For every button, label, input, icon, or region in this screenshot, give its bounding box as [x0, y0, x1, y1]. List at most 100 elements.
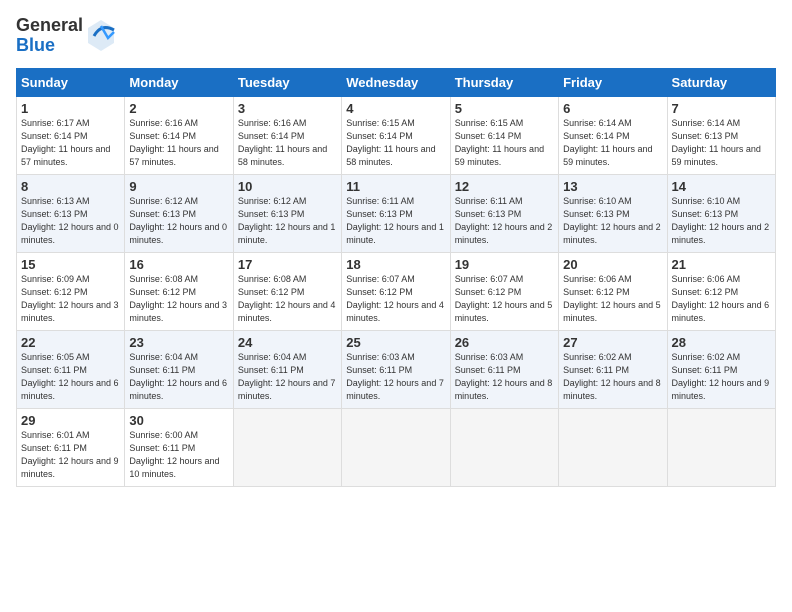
- day-number: 28: [672, 335, 771, 350]
- day-number: 14: [672, 179, 771, 194]
- weekday-header-monday: Monday: [125, 68, 233, 96]
- calendar-cell: 22Sunrise: 6:05 AM Sunset: 6:11 PM Dayli…: [17, 330, 125, 408]
- day-number: 7: [672, 101, 771, 116]
- calendar-cell: 19Sunrise: 6:07 AM Sunset: 6:12 PM Dayli…: [450, 252, 558, 330]
- day-number: 15: [21, 257, 120, 272]
- logo-general: General: [16, 16, 83, 36]
- calendar-cell: 17Sunrise: 6:08 AM Sunset: 6:12 PM Dayli…: [233, 252, 341, 330]
- day-info: Sunrise: 6:05 AM Sunset: 6:11 PM Dayligh…: [21, 351, 120, 403]
- day-info: Sunrise: 6:10 AM Sunset: 6:13 PM Dayligh…: [672, 195, 771, 247]
- calendar-cell: 24Sunrise: 6:04 AM Sunset: 6:11 PM Dayli…: [233, 330, 341, 408]
- calendar-cell: 2Sunrise: 6:16 AM Sunset: 6:14 PM Daylig…: [125, 96, 233, 174]
- day-number: 4: [346, 101, 445, 116]
- day-number: 27: [563, 335, 662, 350]
- calendar-cell: 27Sunrise: 6:02 AM Sunset: 6:11 PM Dayli…: [559, 330, 667, 408]
- day-info: Sunrise: 6:04 AM Sunset: 6:11 PM Dayligh…: [238, 351, 337, 403]
- calendar-cell: 30Sunrise: 6:00 AM Sunset: 6:11 PM Dayli…: [125, 408, 233, 486]
- day-number: 18: [346, 257, 445, 272]
- weekday-header-friday: Friday: [559, 68, 667, 96]
- day-info: Sunrise: 6:09 AM Sunset: 6:12 PM Dayligh…: [21, 273, 120, 325]
- calendar-cell: 29Sunrise: 6:01 AM Sunset: 6:11 PM Dayli…: [17, 408, 125, 486]
- day-number: 1: [21, 101, 120, 116]
- day-number: 8: [21, 179, 120, 194]
- day-number: 26: [455, 335, 554, 350]
- weekday-header-sunday: Sunday: [17, 68, 125, 96]
- day-number: 10: [238, 179, 337, 194]
- calendar-cell: [559, 408, 667, 486]
- day-number: 22: [21, 335, 120, 350]
- day-info: Sunrise: 6:00 AM Sunset: 6:11 PM Dayligh…: [129, 429, 228, 481]
- day-number: 21: [672, 257, 771, 272]
- day-number: 20: [563, 257, 662, 272]
- day-info: Sunrise: 6:13 AM Sunset: 6:13 PM Dayligh…: [21, 195, 120, 247]
- logo: General Blue: [16, 16, 116, 56]
- calendar-cell: 4Sunrise: 6:15 AM Sunset: 6:14 PM Daylig…: [342, 96, 450, 174]
- calendar-cell: 11Sunrise: 6:11 AM Sunset: 6:13 PM Dayli…: [342, 174, 450, 252]
- day-info: Sunrise: 6:08 AM Sunset: 6:12 PM Dayligh…: [238, 273, 337, 325]
- day-info: Sunrise: 6:12 AM Sunset: 6:13 PM Dayligh…: [129, 195, 228, 247]
- day-info: Sunrise: 6:14 AM Sunset: 6:13 PM Dayligh…: [672, 117, 771, 169]
- day-info: Sunrise: 6:11 AM Sunset: 6:13 PM Dayligh…: [455, 195, 554, 247]
- calendar-cell: 6Sunrise: 6:14 AM Sunset: 6:14 PM Daylig…: [559, 96, 667, 174]
- day-number: 2: [129, 101, 228, 116]
- day-info: Sunrise: 6:06 AM Sunset: 6:12 PM Dayligh…: [672, 273, 771, 325]
- calendar-cell: [667, 408, 775, 486]
- day-number: 23: [129, 335, 228, 350]
- day-number: 5: [455, 101, 554, 116]
- day-number: 29: [21, 413, 120, 428]
- day-info: Sunrise: 6:15 AM Sunset: 6:14 PM Dayligh…: [346, 117, 445, 169]
- calendar-cell: 12Sunrise: 6:11 AM Sunset: 6:13 PM Dayli…: [450, 174, 558, 252]
- calendar-cell: 28Sunrise: 6:02 AM Sunset: 6:11 PM Dayli…: [667, 330, 775, 408]
- calendar-cell: [233, 408, 341, 486]
- day-number: 17: [238, 257, 337, 272]
- weekday-header-saturday: Saturday: [667, 68, 775, 96]
- weekday-header-tuesday: Tuesday: [233, 68, 341, 96]
- day-info: Sunrise: 6:02 AM Sunset: 6:11 PM Dayligh…: [672, 351, 771, 403]
- day-number: 12: [455, 179, 554, 194]
- calendar-cell: 5Sunrise: 6:15 AM Sunset: 6:14 PM Daylig…: [450, 96, 558, 174]
- day-info: Sunrise: 6:03 AM Sunset: 6:11 PM Dayligh…: [346, 351, 445, 403]
- calendar-cell: 7Sunrise: 6:14 AM Sunset: 6:13 PM Daylig…: [667, 96, 775, 174]
- day-number: 3: [238, 101, 337, 116]
- day-info: Sunrise: 6:03 AM Sunset: 6:11 PM Dayligh…: [455, 351, 554, 403]
- day-info: Sunrise: 6:10 AM Sunset: 6:13 PM Dayligh…: [563, 195, 662, 247]
- day-number: 24: [238, 335, 337, 350]
- calendar-cell: [450, 408, 558, 486]
- calendar-cell: 20Sunrise: 6:06 AM Sunset: 6:12 PM Dayli…: [559, 252, 667, 330]
- logo-icon: [86, 18, 116, 53]
- day-info: Sunrise: 6:01 AM Sunset: 6:11 PM Dayligh…: [21, 429, 120, 481]
- calendar-cell: 3Sunrise: 6:16 AM Sunset: 6:14 PM Daylig…: [233, 96, 341, 174]
- day-info: Sunrise: 6:02 AM Sunset: 6:11 PM Dayligh…: [563, 351, 662, 403]
- day-info: Sunrise: 6:14 AM Sunset: 6:14 PM Dayligh…: [563, 117, 662, 169]
- logo-blue: Blue: [16, 36, 83, 56]
- calendar-cell: 25Sunrise: 6:03 AM Sunset: 6:11 PM Dayli…: [342, 330, 450, 408]
- calendar-cell: 8Sunrise: 6:13 AM Sunset: 6:13 PM Daylig…: [17, 174, 125, 252]
- calendar-cell: 23Sunrise: 6:04 AM Sunset: 6:11 PM Dayli…: [125, 330, 233, 408]
- day-number: 30: [129, 413, 228, 428]
- day-info: Sunrise: 6:15 AM Sunset: 6:14 PM Dayligh…: [455, 117, 554, 169]
- weekday-header-wednesday: Wednesday: [342, 68, 450, 96]
- day-info: Sunrise: 6:11 AM Sunset: 6:13 PM Dayligh…: [346, 195, 445, 247]
- day-info: Sunrise: 6:07 AM Sunset: 6:12 PM Dayligh…: [346, 273, 445, 325]
- calendar-cell: 10Sunrise: 6:12 AM Sunset: 6:13 PM Dayli…: [233, 174, 341, 252]
- day-info: Sunrise: 6:08 AM Sunset: 6:12 PM Dayligh…: [129, 273, 228, 325]
- day-number: 11: [346, 179, 445, 194]
- day-info: Sunrise: 6:06 AM Sunset: 6:12 PM Dayligh…: [563, 273, 662, 325]
- day-number: 19: [455, 257, 554, 272]
- day-info: Sunrise: 6:07 AM Sunset: 6:12 PM Dayligh…: [455, 273, 554, 325]
- day-number: 16: [129, 257, 228, 272]
- calendar-cell: 1Sunrise: 6:17 AM Sunset: 6:14 PM Daylig…: [17, 96, 125, 174]
- calendar-cell: 16Sunrise: 6:08 AM Sunset: 6:12 PM Dayli…: [125, 252, 233, 330]
- calendar-cell: 15Sunrise: 6:09 AM Sunset: 6:12 PM Dayli…: [17, 252, 125, 330]
- day-number: 9: [129, 179, 228, 194]
- day-info: Sunrise: 6:04 AM Sunset: 6:11 PM Dayligh…: [129, 351, 228, 403]
- day-number: 25: [346, 335, 445, 350]
- day-info: Sunrise: 6:17 AM Sunset: 6:14 PM Dayligh…: [21, 117, 120, 169]
- calendar-cell: 14Sunrise: 6:10 AM Sunset: 6:13 PM Dayli…: [667, 174, 775, 252]
- calendar-table: SundayMondayTuesdayWednesdayThursdayFrid…: [16, 68, 776, 487]
- day-number: 13: [563, 179, 662, 194]
- day-info: Sunrise: 6:12 AM Sunset: 6:13 PM Dayligh…: [238, 195, 337, 247]
- calendar-cell: 18Sunrise: 6:07 AM Sunset: 6:12 PM Dayli…: [342, 252, 450, 330]
- calendar-cell: [342, 408, 450, 486]
- day-number: 6: [563, 101, 662, 116]
